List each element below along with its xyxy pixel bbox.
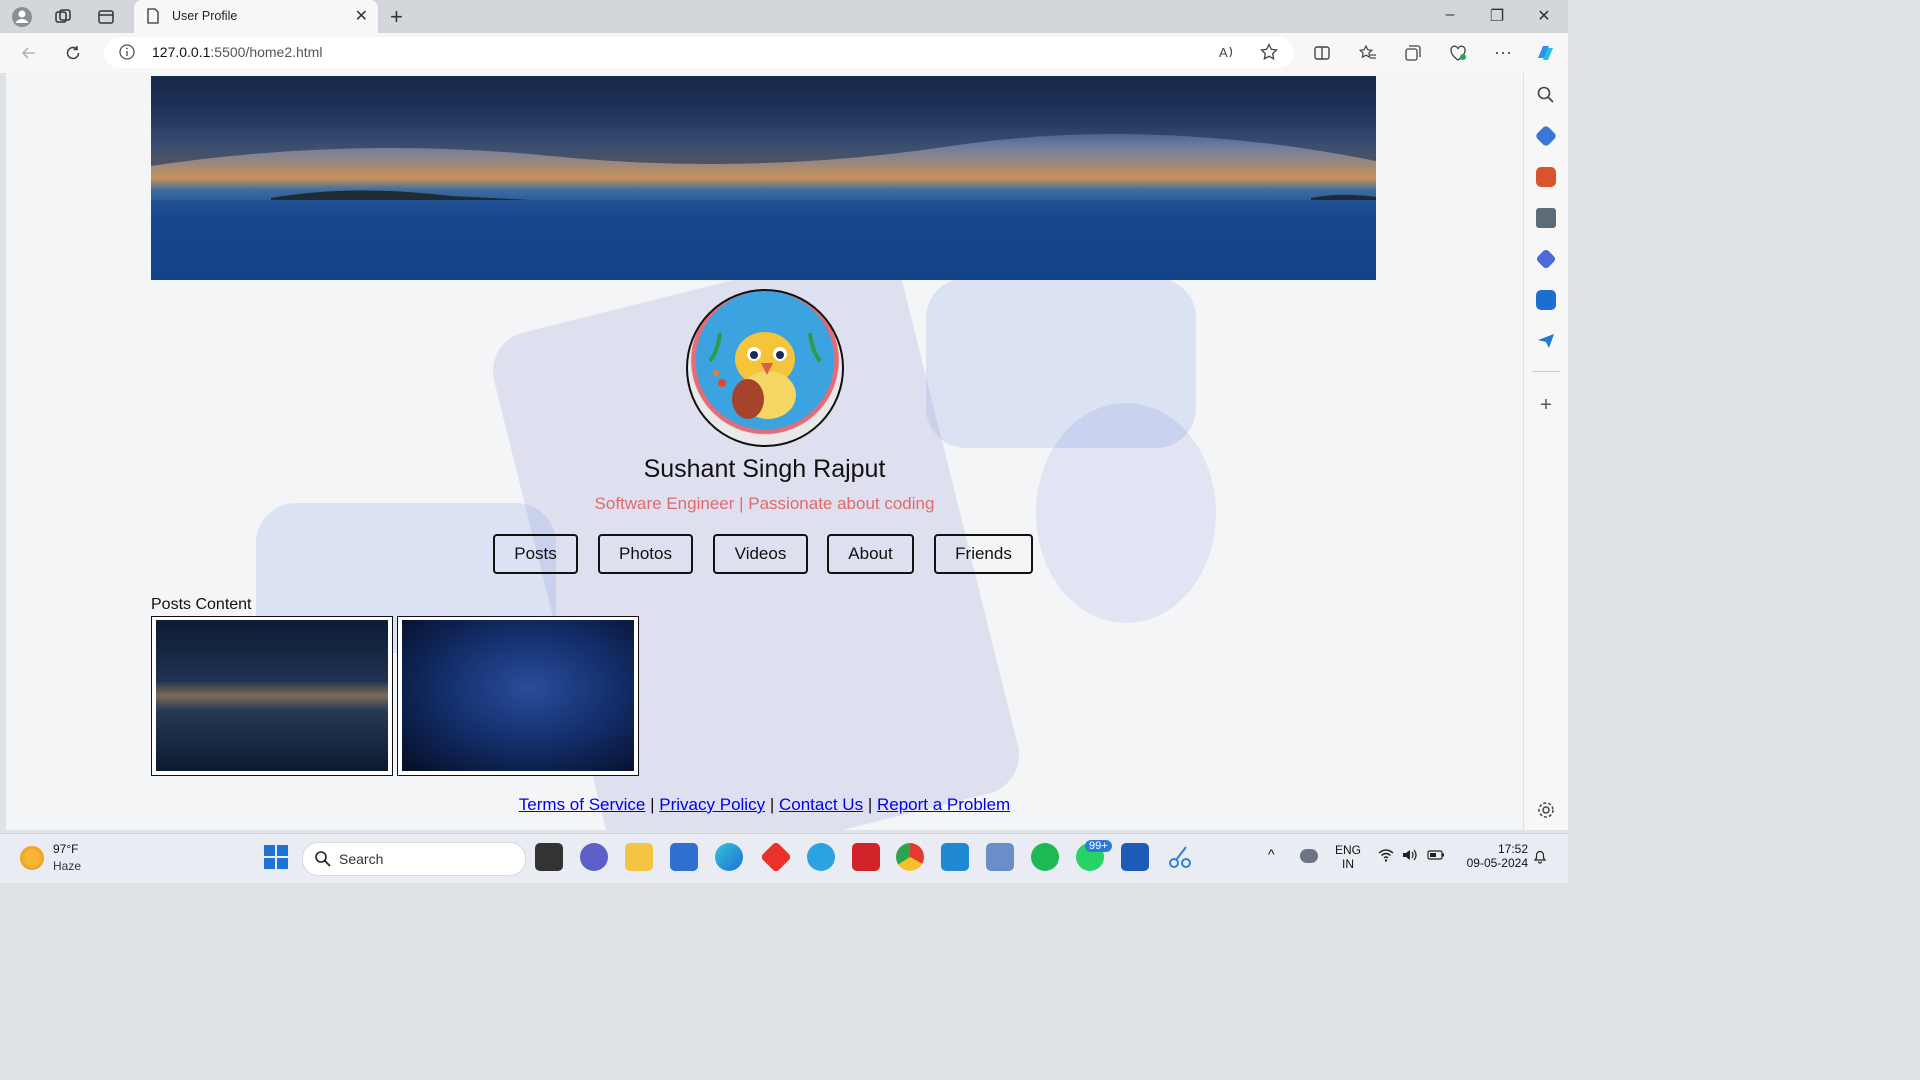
footer-separator: | [769, 795, 775, 814]
browser-toolbar: 127.0.0.1:5500/home2.html A ⋯ [0, 33, 1568, 73]
start-windows-icon[interactable] [262, 843, 290, 871]
word-icon[interactable] [1121, 843, 1149, 871]
profile-tagline: Software Engineer | Passionate about cod… [594, 494, 935, 513]
app-diamond-icon[interactable] [760, 841, 792, 873]
tab-user-profile[interactable]: User Profile ✕ [134, 0, 378, 33]
task-view-icon[interactable] [535, 843, 563, 871]
windows-taskbar: 97°F Haze Search 99+ ^ ENG IN 17:52 09-05… [0, 833, 1568, 883]
snipping-tool-icon[interactable] [1166, 843, 1194, 871]
weather-sun-icon[interactable] [20, 846, 44, 870]
post-image-1[interactable] [151, 616, 393, 776]
wifi-icon[interactable] [1378, 848, 1394, 865]
vertical-tabs-icon[interactable] [95, 6, 117, 28]
battery-icon[interactable] [1427, 849, 1445, 864]
show-hidden-icons-icon[interactable]: ^ [1268, 846, 1275, 862]
chrome-icon[interactable] [896, 843, 924, 871]
microsoft-store-icon[interactable] [670, 843, 698, 871]
address-bar[interactable]: 127.0.0.1:5500/home2.html A [104, 37, 1294, 68]
read-aloud-icon[interactable]: A [1218, 43, 1236, 66]
post-image-2[interactable] [397, 616, 639, 776]
cover-banner-image [151, 76, 1376, 280]
tools-icon[interactable] [1536, 167, 1556, 187]
help-icon[interactable] [807, 843, 835, 871]
spotify-icon[interactable] [1031, 843, 1059, 871]
search-placeholder: Search [339, 851, 384, 867]
posts-button[interactable]: Posts [493, 534, 578, 574]
report-problem-link[interactable]: Report a Problem [877, 795, 1010, 814]
footer-separator: | [867, 795, 873, 814]
new-tab-icon[interactable]: + [390, 4, 403, 30]
settings-gear-icon[interactable] [1536, 800, 1556, 820]
favorite-star-icon[interactable] [1260, 42, 1278, 66]
copilot-icon[interactable] [1533, 41, 1557, 65]
profile-icon[interactable] [11, 6, 33, 28]
onedrive-icon[interactable] [1300, 849, 1318, 863]
language-indicator[interactable]: ENG IN [1334, 843, 1362, 871]
search-icon[interactable] [1536, 85, 1556, 105]
taskbar-search[interactable]: Search [302, 842, 526, 876]
outlook-icon[interactable] [1536, 290, 1556, 310]
sidebar-divider [1532, 371, 1560, 372]
browser-essentials-icon[interactable] [1446, 41, 1470, 65]
vscode-icon[interactable] [941, 843, 969, 871]
clock[interactable]: 17:52 09-05-2024 [1456, 842, 1528, 870]
games-icon[interactable] [1536, 208, 1556, 228]
teams-chat-icon[interactable] [580, 843, 608, 871]
edge-browser-icon[interactable] [715, 843, 743, 871]
friends-button[interactable]: Friends [934, 534, 1033, 574]
contact-us-link[interactable]: Contact Us [779, 795, 863, 814]
clock-date: 09-05-2024 [1466, 856, 1528, 870]
profile-avatar [686, 289, 844, 447]
svg-text:A: A [1219, 45, 1228, 60]
page-icon [146, 8, 160, 29]
remote-desktop-icon[interactable] [986, 843, 1014, 871]
weather-condition: Haze [53, 859, 82, 873]
weather-temperature: 97°F [53, 842, 79, 856]
close-window-icon[interactable]: ✕ [1532, 6, 1556, 26]
notification-bell-icon[interactable] [1532, 848, 1548, 867]
split-screen-icon[interactable] [1310, 41, 1334, 65]
page-viewport: Sushant Singh Rajput Software Engineer |… [6, 73, 1523, 830]
browser-titlebar: User Profile ✕ + – ❐ ✕ [0, 0, 1568, 33]
site-info-icon[interactable] [118, 43, 136, 61]
about-button[interactable]: About [827, 534, 914, 574]
night-sea-photo [156, 620, 388, 771]
back-icon[interactable] [17, 41, 41, 65]
file-explorer-icon[interactable] [625, 843, 653, 871]
add-icon[interactable]: + [1536, 395, 1556, 415]
terms-of-service-link[interactable]: Terms of Service [519, 795, 646, 814]
profile-name: Sushant Singh Rajput [643, 455, 886, 483]
starry-sky-photo [402, 620, 634, 771]
url-text: 127.0.0.1:5500/home2.html [152, 44, 323, 60]
privacy-policy-link[interactable]: Privacy Policy [659, 795, 765, 814]
close-tab-icon[interactable]: ✕ [355, 6, 368, 26]
edge-sidebar: + [1524, 73, 1568, 830]
clock-time: 17:52 [1497, 842, 1528, 856]
shopping-tag-icon[interactable] [1534, 124, 1558, 148]
tab-title: User Profile [172, 9, 238, 23]
videos-button[interactable]: Videos [713, 534, 808, 574]
more-options-icon[interactable]: ⋯ [1491, 41, 1515, 65]
workspaces-icon[interactable] [52, 6, 74, 28]
photos-button[interactable]: Photos [598, 534, 693, 574]
footer-separator: | [650, 795, 655, 814]
favorites-icon[interactable] [1356, 41, 1380, 65]
whatsapp-badge: 99+ [1085, 840, 1112, 852]
collections-icon[interactable] [1401, 41, 1425, 65]
search-icon [314, 850, 332, 873]
volume-icon[interactable] [1402, 848, 1418, 865]
posts-content-heading: Posts Content [151, 596, 252, 613]
mcafee-icon[interactable] [852, 843, 880, 871]
minimize-icon[interactable]: – [1438, 6, 1462, 24]
microsoft-365-icon[interactable] [1535, 248, 1557, 270]
send-icon[interactable] [1536, 331, 1556, 351]
restore-icon[interactable]: ❐ [1485, 6, 1509, 26]
page-footer: Terms of Service | Privacy Policy | Cont… [6, 795, 1523, 815]
refresh-icon[interactable] [61, 41, 85, 65]
